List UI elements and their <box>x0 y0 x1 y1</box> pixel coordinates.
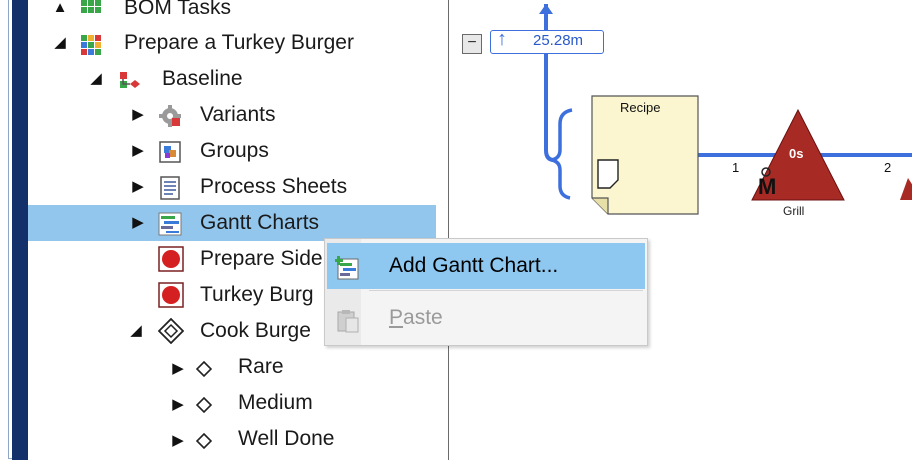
time-label: 25.28m <box>533 32 584 49</box>
bom-grid-icon <box>80 0 102 19</box>
operation-stop-icon <box>158 246 184 272</box>
expand-arrow-icon[interactable]: ▶ <box>170 387 186 423</box>
menu-separator <box>369 290 643 291</box>
next-operation-triangle <box>900 178 912 200</box>
document-icon <box>597 159 619 189</box>
tree-item-prepare-turkey-burger[interactable]: ◢ Prepare a Turkey Burger <box>28 25 436 61</box>
process-sheet-icon <box>158 176 180 200</box>
flow-diagram <box>539 4 912 215</box>
baseline-icon <box>118 68 140 90</box>
tree-item-label: Cook Burge <box>200 319 311 342</box>
tree-item-bom-tasks[interactable]: ▲ BOM Tasks <box>28 0 436 26</box>
collapse-glyph: − <box>467 34 477 51</box>
option-diamond-icon <box>195 353 213 378</box>
menu-item-add-gantt-chart[interactable]: Add Gantt Chart... <box>327 243 645 289</box>
expand-arrow-icon[interactable]: ◢ <box>52 25 68 61</box>
expand-arrow-icon[interactable]: ◢ <box>88 61 104 97</box>
grill-time-label: 0s <box>789 146 804 161</box>
tree-item-baseline[interactable]: ◢ Baseline <box>28 61 436 97</box>
process-tree[interactable]: ▲ BOM Tasks ◢ Prepare a Turkey Burger ◢ … <box>28 0 436 460</box>
process-grid-icon <box>80 32 102 55</box>
grill-machine-letter: M <box>758 174 777 199</box>
flow-up-arrow-icon <box>539 4 553 14</box>
grouping-brace <box>551 108 573 200</box>
time-label-box: ↑ 25.28m <box>490 28 604 54</box>
expand-arrow-icon[interactable]: ▶ <box>170 423 186 459</box>
operation-stop-icon <box>158 282 184 308</box>
expand-arrow-icon[interactable]: ▶ <box>130 133 146 169</box>
option-diamond-icon <box>195 425 213 450</box>
menu-item-paste[interactable]: Paste <box>327 295 645 341</box>
option-diamond-icon <box>195 389 213 414</box>
variants-gear-icon <box>158 104 181 127</box>
groups-icon <box>158 140 181 163</box>
tree-item-label: Prepare a Turkey Burger <box>124 31 354 54</box>
tree-item-well-done[interactable]: ▶ Well Done <box>28 421 436 457</box>
tree-item-label: Medium <box>238 391 313 414</box>
tree-item-label: Prepare Side <box>200 247 323 270</box>
tree-item-rare[interactable]: ▶ Rare <box>28 349 436 385</box>
left-navy-bar <box>12 0 28 460</box>
time-up-arrow-icon: ↑ <box>497 28 507 50</box>
menu-item-label-rest: aste <box>403 306 443 329</box>
tree-item-medium[interactable]: ▶ Medium <box>28 385 436 421</box>
context-menu[interactable]: Add Gantt Chart... Paste <box>324 238 648 346</box>
gantt-chart-icon <box>158 212 182 236</box>
expand-arrow-icon[interactable]: ▶ <box>170 351 186 387</box>
decision-diamond-icon <box>157 317 185 345</box>
expand-arrow-icon[interactable]: ▶ <box>130 97 146 133</box>
splitter-line <box>448 0 449 460</box>
expand-arrow-icon[interactable]: ▲ <box>52 0 68 26</box>
expand-arrow-icon[interactable]: ◢ <box>128 313 144 349</box>
tree-item-label: Variants <box>200 103 276 126</box>
tree-item-label: Turkey Burg <box>200 283 314 306</box>
mnemonic-char: P <box>389 306 404 329</box>
grill-label: Grill <box>783 204 805 218</box>
tree-item-label: Process Sheets <box>200 175 348 198</box>
menu-item-label: Add Gantt Chart... <box>389 254 559 277</box>
tree-item-process-sheets[interactable]: ▶ Process Sheets <box>28 169 436 205</box>
process-flow-canvas[interactable]: − ↑ 25.28m Recipe 1 2 0s M Grill <box>452 0 912 460</box>
tree-item-gantt-charts[interactable]: ▶ Gantt Charts <box>28 205 436 241</box>
tree-item-label: Baseline <box>162 67 243 90</box>
flow-number-1: 1 <box>732 160 740 175</box>
tree-item-label: Gantt Charts <box>200 211 320 234</box>
expand-arrow-icon[interactable]: ▶ <box>130 169 146 205</box>
flow-number-2: 2 <box>884 160 892 175</box>
add-gantt-chart-icon <box>334 253 361 280</box>
tree-item-label: Well Done <box>238 427 335 450</box>
expand-arrow-icon[interactable]: ▶ <box>130 205 146 241</box>
menu-item-label: Paste <box>389 295 443 341</box>
tree-item-label: Groups <box>200 139 269 162</box>
collapse-button[interactable]: − <box>462 34 482 54</box>
paste-clipboard-icon <box>335 305 361 333</box>
tree-item-groups[interactable]: ▶ Groups <box>28 133 436 169</box>
tree-item-label: Rare <box>238 355 284 378</box>
flow-connector-curve <box>544 149 555 162</box>
recipe-label: Recipe <box>620 100 661 115</box>
tree-item-label: BOM Tasks <box>124 0 231 19</box>
pane-splitter[interactable] <box>436 0 452 460</box>
tree-item-variants[interactable]: ▶ Variants <box>28 97 436 133</box>
